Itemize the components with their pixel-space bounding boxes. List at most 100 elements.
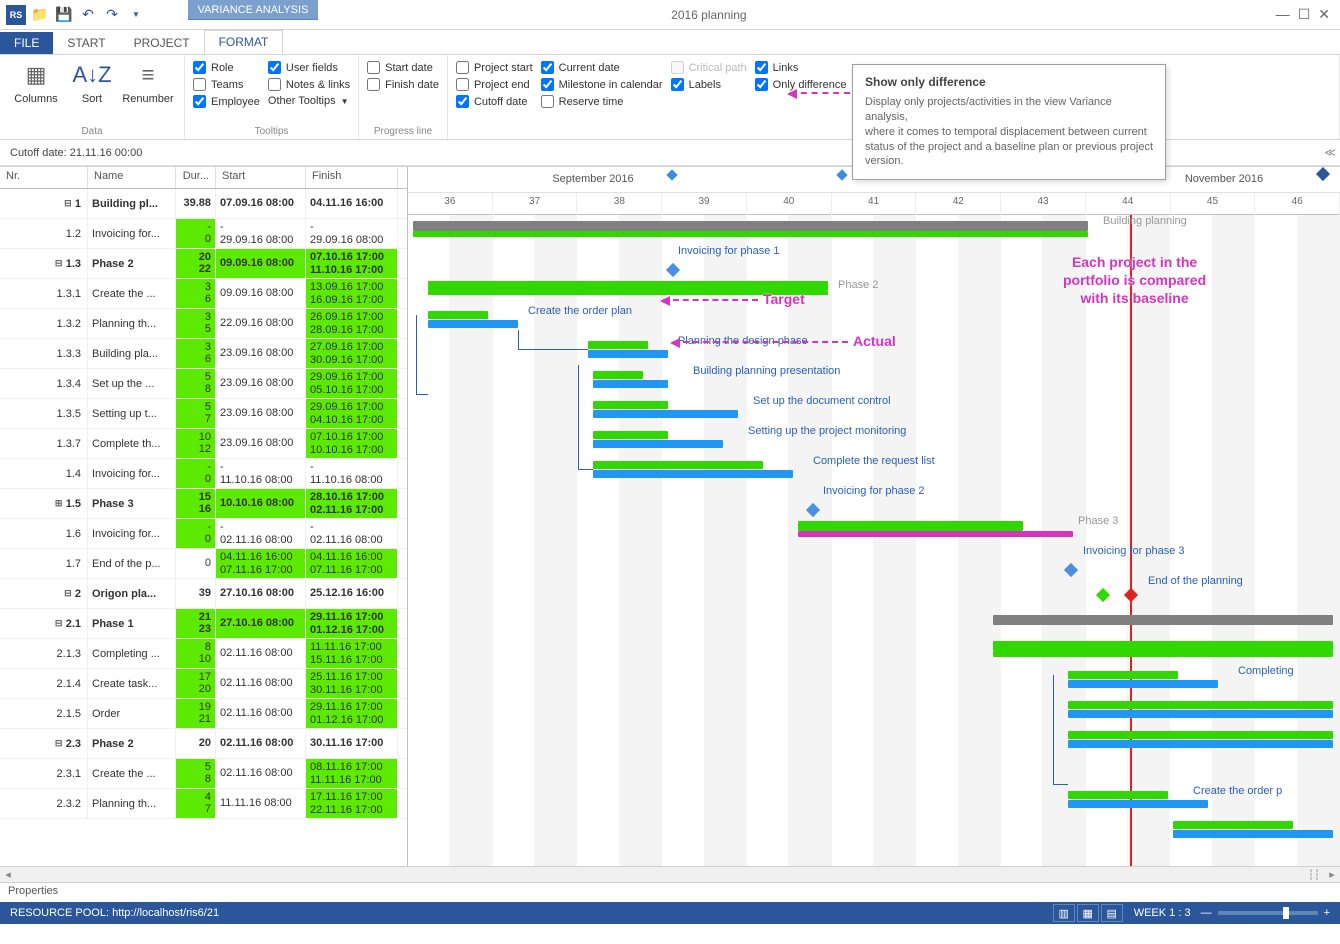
header-finish[interactable]: Finish xyxy=(306,167,398,188)
h-scrollbar[interactable]: ◂ ▸ ┆┆ xyxy=(0,866,1340,882)
expander-icon[interactable]: ⊟ xyxy=(54,618,64,629)
table-row[interactable]: 1.3.7Complete th...101223.09.16 08:0007.… xyxy=(0,429,407,459)
task-bar-target[interactable] xyxy=(593,371,643,379)
tab-start[interactable]: START xyxy=(53,32,119,54)
table-row[interactable]: 2.1.3Completing ...81002.11.16 08:0011.1… xyxy=(0,639,407,669)
task-bar-target[interactable] xyxy=(1068,731,1333,739)
task-bar-actual[interactable] xyxy=(593,440,723,448)
task-bar-target[interactable] xyxy=(593,431,668,439)
header-nr[interactable]: Nr. xyxy=(0,167,88,188)
task-bar-actual[interactable] xyxy=(1173,830,1333,838)
header-dur[interactable]: Dur... xyxy=(176,167,216,188)
zoom-out-icon[interactable]: — xyxy=(1201,907,1212,919)
chk-labels[interactable]: Labels xyxy=(671,78,747,91)
table-row[interactable]: 1.7End of the p...004.11.16 16:0007.11.1… xyxy=(0,549,407,579)
table-row[interactable]: 2.1.5Order192102.11.16 08:0029.11.16 17:… xyxy=(0,699,407,729)
task-bar-actual[interactable] xyxy=(1068,800,1208,808)
table-row[interactable]: ⊟2.3Phase 22002.11.16 08:0030.11.16 17:0… xyxy=(0,729,407,759)
table-row[interactable]: ⊟2Origon pla...3927.10.16 08:0025.12.16 … xyxy=(0,579,407,609)
summary-bar[interactable] xyxy=(798,521,1023,531)
tab-project[interactable]: PROJECT xyxy=(120,32,204,54)
header-start[interactable]: Start xyxy=(216,167,306,188)
chk-currentdate[interactable]: Current date xyxy=(541,61,663,74)
milestone-icon[interactable] xyxy=(1124,588,1138,602)
properties-bar[interactable]: Properties xyxy=(0,882,1340,902)
task-bar-target[interactable] xyxy=(588,341,648,349)
task-bar-target[interactable] xyxy=(593,401,668,409)
view-btn-2[interactable]: ▦ xyxy=(1077,904,1099,922)
save-icon[interactable]: 💾 xyxy=(54,5,74,25)
table-row[interactable]: 1.3.3Building pla...3623.09.16 08:0027.0… xyxy=(0,339,407,369)
view-btn-3[interactable]: ▤ xyxy=(1101,904,1123,922)
chk-projectstart[interactable]: Project start xyxy=(456,61,533,74)
expander-icon[interactable]: ⊞ xyxy=(54,498,64,509)
summary-bar-actual[interactable] xyxy=(413,231,1088,237)
chk-userfields[interactable]: User fields xyxy=(268,61,350,74)
chk-reservetime[interactable]: Reserve time xyxy=(541,95,663,108)
task-bar-actual[interactable] xyxy=(428,320,518,328)
task-bar-target[interactable] xyxy=(1068,701,1333,709)
expander-icon[interactable]: ⊟ xyxy=(63,588,73,599)
qat-dropdown-icon[interactable]: ▼ xyxy=(126,5,146,25)
expander-icon[interactable]: ⊟ xyxy=(63,198,73,209)
task-bar-target[interactable] xyxy=(1173,821,1293,829)
task-bar-actual[interactable] xyxy=(593,470,793,478)
task-bar-actual[interactable] xyxy=(588,350,668,358)
undo-icon[interactable]: ↶ xyxy=(78,5,98,25)
table-row[interactable]: ⊟2.1Phase 1212327.10.16 08:0029.11.16 17… xyxy=(0,609,407,639)
chk-onlydiff[interactable]: Only difference xyxy=(755,78,847,91)
task-bar-actual[interactable] xyxy=(1068,740,1333,748)
other-tooltips-dropdown[interactable]: Other Tooltips ▼ xyxy=(268,95,350,107)
table-row[interactable]: 1.3.4Set up the ...5823.09.16 08:0029.09… xyxy=(0,369,407,399)
maximize-button[interactable]: ☐ xyxy=(1298,6,1311,23)
summary-bar[interactable] xyxy=(993,641,1333,651)
columns-button[interactable]: ▦Columns xyxy=(8,59,64,105)
table-row[interactable]: 1.4Invoicing for...-0-11.10.16 08:00-11.… xyxy=(0,459,407,489)
table-row[interactable]: 2.1.4Create task...172002.11.16 08:0025.… xyxy=(0,669,407,699)
task-bar-target[interactable] xyxy=(1068,791,1168,799)
task-bar-actual[interactable] xyxy=(593,410,738,418)
redo-icon[interactable]: ↷ xyxy=(102,5,122,25)
table-row[interactable]: 2.3.1Create the ...5802.11.16 08:0008.11… xyxy=(0,759,407,789)
tab-file[interactable]: FILE xyxy=(0,32,53,54)
expander-icon[interactable]: ⊟ xyxy=(54,258,64,269)
minimize-button[interactable]: — xyxy=(1276,6,1290,23)
chk-employee[interactable]: Employee xyxy=(193,95,260,108)
summary-bar[interactable] xyxy=(993,651,1333,657)
view-btn-1[interactable]: ▥ xyxy=(1053,904,1075,922)
summary-bar-actual[interactable] xyxy=(798,531,1073,537)
chk-teams[interactable]: Teams xyxy=(193,78,260,91)
collapse-grid-icon[interactable]: ≪ xyxy=(1324,146,1336,159)
table-row[interactable]: ⊟1Building pl...39.8807.09.16 08:0004.11… xyxy=(0,189,407,219)
table-row[interactable]: 1.3.5Setting up t...5723.09.16 08:0029.0… xyxy=(0,399,407,429)
expander-icon[interactable]: ⊟ xyxy=(54,738,64,749)
gantt-chart[interactable]: September 2016 November 2016 36373839404… xyxy=(408,167,1340,866)
zoom-slider[interactable]: — + xyxy=(1201,907,1330,919)
tab-format[interactable]: FORMAT xyxy=(204,30,284,54)
table-row[interactable]: 1.2Invoicing for...-0-29.09.16 08:00-29.… xyxy=(0,219,407,249)
renumber-button[interactable]: ≡Renumber xyxy=(120,59,176,105)
folder-icon[interactable]: 📁 xyxy=(30,5,50,25)
summary-bar[interactable] xyxy=(428,281,828,291)
zoom-in-icon[interactable]: + xyxy=(1324,907,1330,919)
milestone-icon[interactable] xyxy=(1096,588,1110,602)
table-row[interactable]: ⊟1.3Phase 2202209.09.16 08:0007.10.16 17… xyxy=(0,249,407,279)
table-row[interactable]: 1.3.1Create the ...3609.09.16 08:0013.09… xyxy=(0,279,407,309)
chk-noteslinks[interactable]: Notes & links xyxy=(268,78,350,91)
table-row[interactable]: 1.3.2Planning th...3522.09.16 08:0026.09… xyxy=(0,309,407,339)
chk-links[interactable]: Links xyxy=(755,61,847,74)
summary-bar[interactable] xyxy=(413,221,1088,231)
task-bar-actual[interactable] xyxy=(593,380,668,388)
chk-milestonecal[interactable]: Milestone in calendar xyxy=(541,78,663,91)
chk-cutoff[interactable]: Cutoff date xyxy=(456,95,533,108)
task-bar-actual[interactable] xyxy=(1068,710,1333,718)
task-bar-target[interactable] xyxy=(593,461,763,469)
chk-projectend[interactable]: Project end xyxy=(456,78,533,91)
close-button[interactable]: ✕ xyxy=(1318,6,1330,23)
task-bar-actual[interactable] xyxy=(1068,680,1218,688)
chk-role[interactable]: Role xyxy=(193,61,260,74)
task-bar-target[interactable] xyxy=(1068,671,1178,679)
summary-bar[interactable] xyxy=(993,615,1333,625)
chk-finishdate[interactable]: Finish date xyxy=(367,78,439,91)
app-icon[interactable]: RS xyxy=(6,5,26,25)
